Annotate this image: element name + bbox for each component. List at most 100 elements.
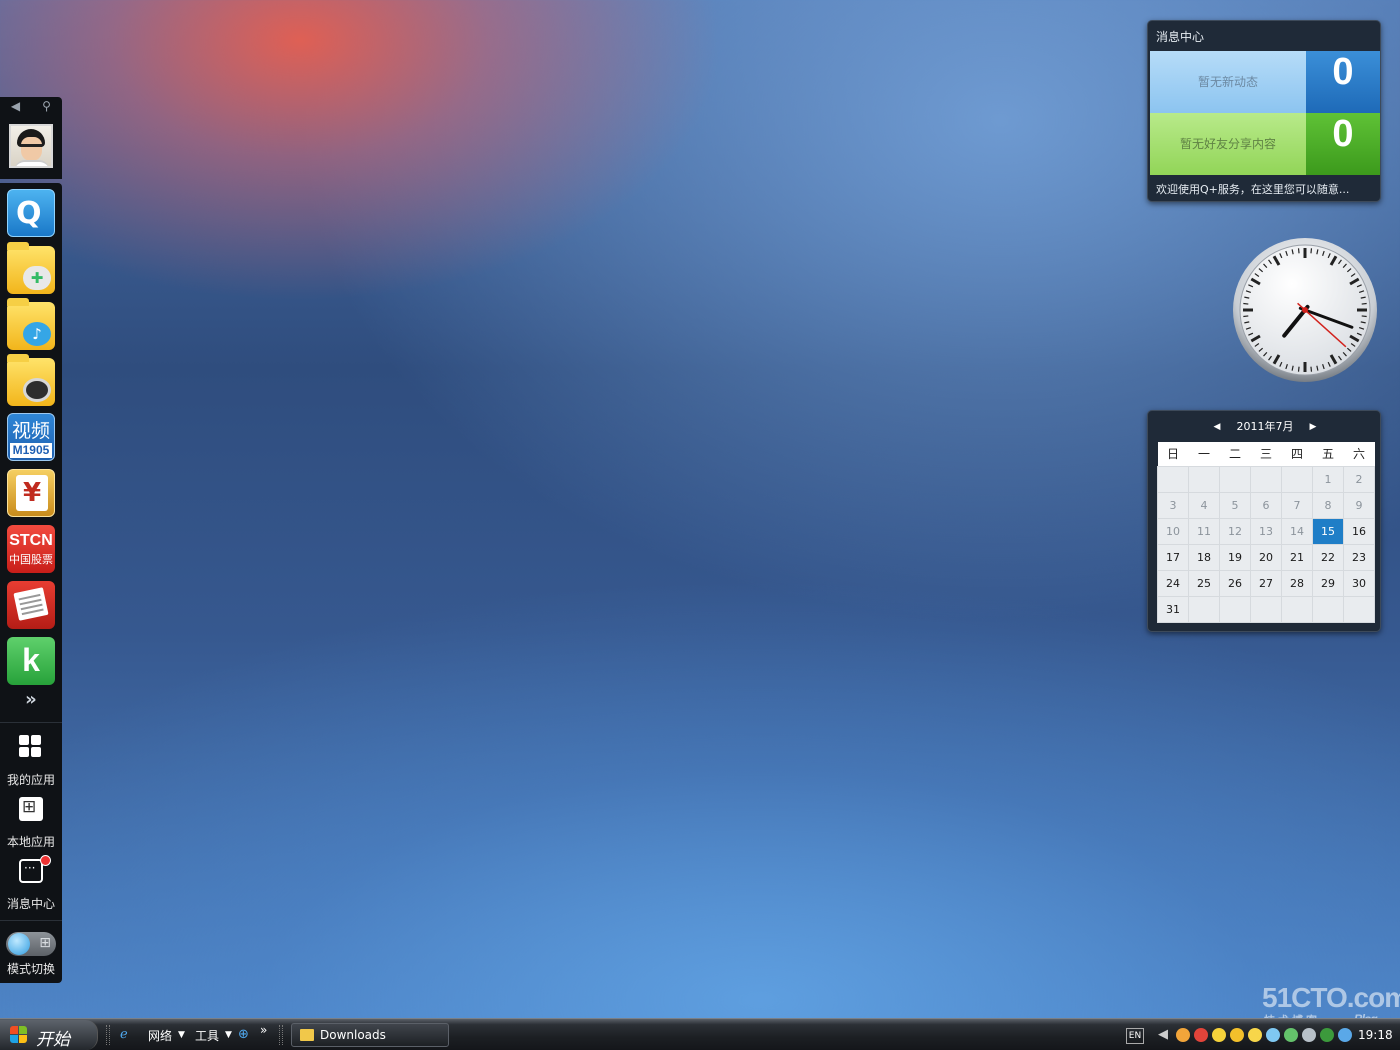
grid-icon — [19, 735, 43, 759]
network-dropdown-icon[interactable]: ▼ — [178, 1030, 185, 1040]
calendar-day[interactable]: 9 — [1343, 491, 1375, 519]
bulb-tray-icon[interactable] — [1230, 1028, 1244, 1042]
task-button-downloads[interactable]: Downloads — [291, 1023, 449, 1047]
calendar-day[interactable]: 24 — [1157, 569, 1189, 597]
friend-share-text: 暂无好友分享内容 — [1150, 113, 1306, 175]
globe-icon[interactable]: ⊕ — [238, 1027, 254, 1043]
calendar-day[interactable]: 10 — [1157, 517, 1189, 545]
calendar-day[interactable]: 21 — [1281, 543, 1313, 571]
calendar-day[interactable]: 26 — [1219, 569, 1251, 597]
calendar-day[interactable]: 27 — [1250, 569, 1282, 597]
connection-tray-icon[interactable] — [1338, 1028, 1352, 1042]
calendar-day[interactable]: 6 — [1250, 491, 1282, 519]
news-app-icon[interactable] — [7, 581, 55, 629]
smiley-tray-icon[interactable] — [1212, 1028, 1226, 1042]
calendar-day[interactable]: 5 — [1219, 491, 1251, 519]
clock-minute-tick — [1297, 248, 1300, 254]
message-center-widget: 消息中心 暂无新动态 0 暂无好友分享内容 0 欢迎使用Q+服务，在这里您可以随… — [1147, 20, 1381, 202]
calendar-day[interactable]: 25 — [1188, 569, 1220, 597]
qq-tray-icon[interactable] — [1176, 1028, 1190, 1042]
calendar-day[interactable]: 13 — [1250, 517, 1282, 545]
next-month-arrow-icon[interactable]: ▶ — [1306, 419, 1320, 435]
more-apps-chevron-icon[interactable]: » — [0, 690, 62, 710]
network-toolbar[interactable]: 网络 — [148, 1027, 172, 1044]
camera-folder-icon[interactable] — [7, 354, 55, 406]
games-folder-icon[interactable]: ✚ — [7, 242, 55, 294]
calendar-day[interactable]: 22 — [1312, 543, 1344, 571]
calendar-day[interactable]: 20 — [1250, 543, 1282, 571]
ie-browser-icon[interactable]: ℯ — [120, 1027, 136, 1043]
tools-toolbar[interactable]: 工具 — [195, 1027, 219, 1044]
windows-flag-icon: ⊞ — [39, 935, 51, 951]
dock-divider — [0, 920, 62, 921]
calendar-day[interactable]: 31 — [1157, 595, 1189, 623]
volume-tray-icon[interactable] — [1302, 1028, 1316, 1042]
start-button[interactable]: 开始 — [0, 1020, 98, 1050]
widget-footer-text[interactable]: 欢迎使用Q+服务，在这里您可以随意... — [1156, 181, 1374, 197]
stcn-stock-app-icon[interactable]: STCN 中国股票 — [7, 525, 55, 573]
music-folder-icon[interactable]: ♪ — [7, 298, 55, 350]
calendar-day[interactable]: 8 — [1312, 491, 1344, 519]
calendar-day[interactable]: 29 — [1312, 569, 1344, 597]
toolbar-overflow-chevron[interactable]: » — [260, 1023, 267, 1037]
calendar-day[interactable]: 11 — [1188, 517, 1220, 545]
clock-minute-tick — [1361, 302, 1367, 305]
finance-yen-app-icon[interactable]: ¥ — [7, 469, 55, 517]
calendar-day[interactable]: 7 — [1281, 491, 1313, 519]
clock-minute-tick — [1361, 315, 1367, 318]
mode-switch-button[interactable]: ⊞ 模式切换 — [0, 926, 62, 984]
calendar-day[interactable]: 12 — [1219, 517, 1251, 545]
network-tray-icon[interactable] — [1266, 1028, 1280, 1042]
calendar-header: ◀ 2011年7月 ▶ — [1148, 419, 1382, 435]
app-dock: Q ✚ ♪ 视频 M1905 ¥ STCN 中国股票 k » 我的应用 本地应用 — [0, 183, 62, 983]
calendar-day[interactable]: 14 — [1281, 517, 1313, 545]
pin-icon[interactable]: ⚲ — [31, 97, 62, 115]
tools-dropdown-icon[interactable]: ▼ — [225, 1030, 232, 1040]
message-center-button[interactable]: 消息中心 — [0, 855, 62, 913]
security-tray-icon[interactable] — [1320, 1028, 1334, 1042]
new-activity-count: 0 — [1306, 51, 1380, 113]
calendar-day[interactable]: 16 — [1343, 517, 1375, 545]
stcn-subtitle: 中国股票 — [9, 553, 53, 566]
collapse-arrow-icon[interactable]: ◀ — [0, 97, 31, 115]
calendar-day[interactable]: 30 — [1343, 569, 1375, 597]
new-activity-row[interactable]: 暂无新动态 0 — [1150, 51, 1380, 113]
calendar-day[interactable]: 17 — [1157, 543, 1189, 571]
dock-header: ◀ ⚲ — [0, 97, 62, 179]
qplus-glyph: Q — [16, 196, 42, 231]
calendar-day-today[interactable]: 15 — [1312, 517, 1344, 545]
calendar-day[interactable]: 3 — [1157, 491, 1189, 519]
gamepad-icon: ✚ — [23, 266, 51, 290]
calendar-day[interactable]: 2 — [1343, 465, 1375, 493]
qplus-app-icon[interactable]: Q — [7, 189, 55, 237]
k-app-icon[interactable]: k — [7, 637, 55, 685]
video-m1905-app-icon[interactable]: 视频 M1905 — [7, 413, 55, 461]
local-apps-button[interactable]: 本地应用 — [0, 793, 62, 851]
friend-share-row[interactable]: 暂无好友分享内容 0 — [1150, 113, 1380, 175]
calendar-day[interactable]: 19 — [1219, 543, 1251, 571]
calendar-day[interactable]: 23 — [1343, 543, 1375, 571]
emoji-tray-icon[interactable] — [1248, 1028, 1262, 1042]
user-avatar[interactable] — [9, 124, 53, 168]
calendar-day[interactable]: 1 — [1312, 465, 1344, 493]
language-indicator[interactable]: EN — [1126, 1028, 1144, 1044]
calendar-day[interactable]: 28 — [1281, 569, 1313, 597]
music-note-icon: ♪ — [23, 322, 51, 346]
qq-alert-tray-icon[interactable] — [1194, 1028, 1208, 1042]
prev-month-arrow-icon[interactable]: ◀ — [1210, 419, 1224, 435]
calendar-empty-cell — [1157, 465, 1189, 493]
analog-clock-widget[interactable] — [1232, 237, 1378, 383]
tray-expand-arrow-icon[interactable]: ◀ — [1158, 1027, 1168, 1042]
chat-bubble-icon — [19, 855, 51, 883]
calendar-day[interactable]: 4 — [1188, 491, 1220, 519]
toolbar-grip[interactable] — [279, 1025, 283, 1045]
shield-tray-icon[interactable] — [1284, 1028, 1298, 1042]
tray-clock[interactable]: 19:18 — [1358, 1028, 1393, 1042]
calendar-empty-cell — [1188, 595, 1220, 623]
calendar-empty-cell — [1188, 465, 1220, 493]
toolbar-grip[interactable] — [106, 1025, 110, 1045]
mode-toggle-switch[interactable]: ⊞ — [6, 932, 56, 956]
my-apps-button[interactable]: 我的应用 — [0, 731, 62, 789]
weekday-header: 二 — [1219, 442, 1251, 466]
calendar-day[interactable]: 18 — [1188, 543, 1220, 571]
